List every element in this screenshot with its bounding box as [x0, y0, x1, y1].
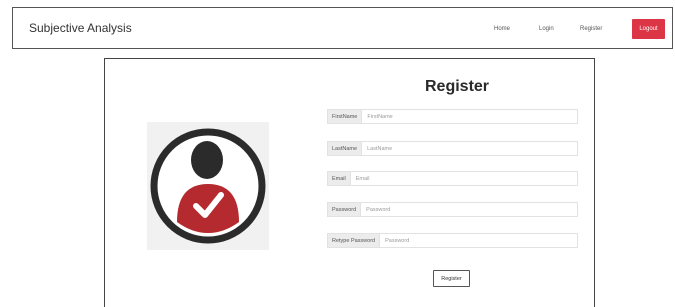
- password-label: Password: [328, 203, 362, 216]
- navbar: Subjective Analysis Home Login Register …: [12, 7, 673, 49]
- email-label: Email: [328, 172, 351, 185]
- avatar-image: [147, 122, 269, 250]
- email-row: Email: [327, 171, 578, 186]
- user-check-icon: [150, 128, 266, 244]
- firstname-row: FirstName: [327, 109, 578, 124]
- lastname-row: LastName: [327, 141, 578, 156]
- lastname-input[interactable]: [362, 142, 577, 155]
- password-row: Password: [327, 202, 578, 217]
- brand-title[interactable]: Subjective Analysis: [29, 21, 132, 35]
- firstname-label: FirstName: [328, 110, 363, 123]
- logout-button[interactable]: Logout: [632, 19, 665, 39]
- nav-link-login[interactable]: Login: [539, 26, 554, 32]
- firstname-input[interactable]: [362, 110, 577, 123]
- retype-password-input[interactable]: [380, 234, 577, 247]
- retype-password-row: Retype Password: [327, 233, 578, 248]
- nav-link-home[interactable]: Home: [494, 26, 510, 32]
- email-input[interactable]: [350, 172, 577, 185]
- form-title: Register: [425, 78, 490, 95]
- register-button[interactable]: Register: [433, 270, 470, 287]
- lastname-label: LastName: [328, 142, 363, 155]
- retype-password-label: Retype Password: [328, 234, 381, 247]
- nav-link-register[interactable]: Register: [580, 26, 602, 32]
- password-input[interactable]: [361, 203, 577, 216]
- register-card: Register FirstName LastName Email Passwo…: [104, 58, 595, 307]
